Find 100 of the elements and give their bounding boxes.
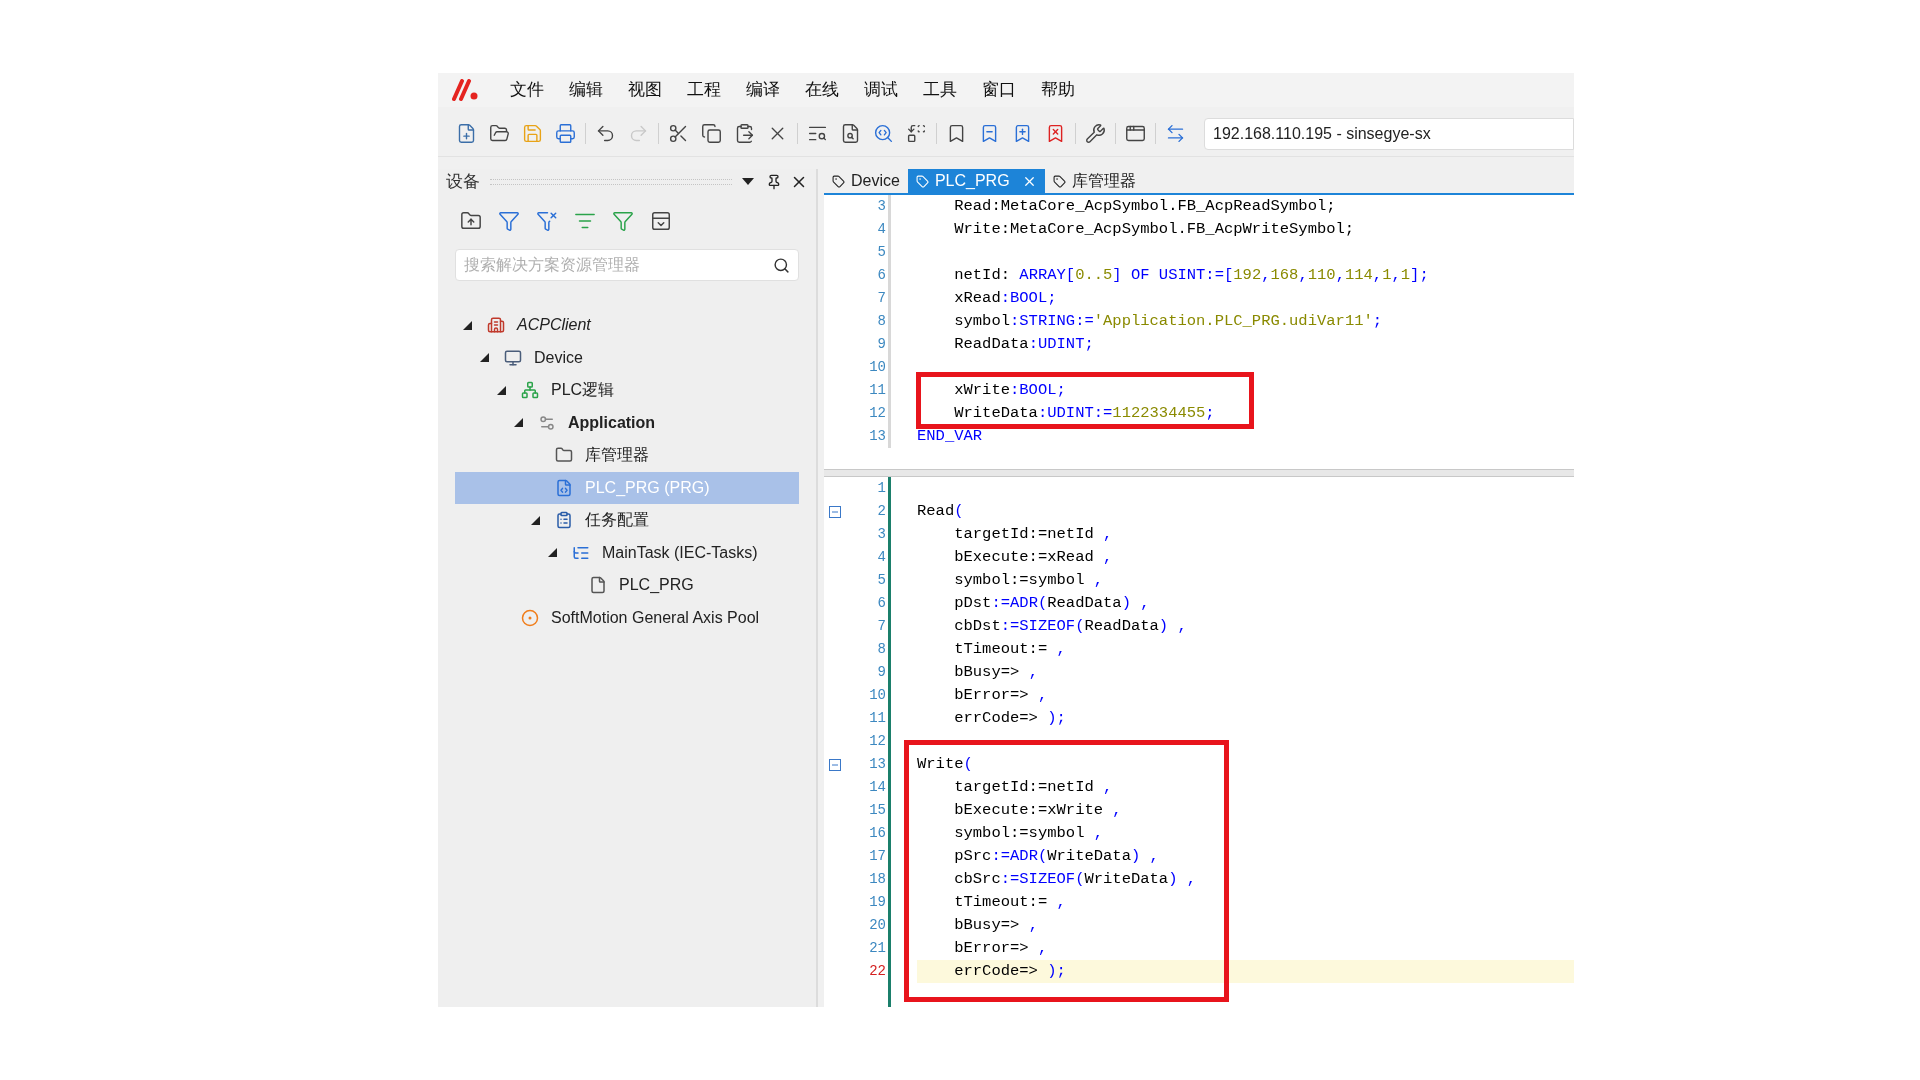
code-line: xWrite:BOOL; [953,379,1066,401]
arrows-icon[interactable] [1165,123,1186,144]
filter-icon[interactable] [612,210,634,232]
tree-item[interactable]: PLC逻辑 [455,374,799,407]
line-number: 4 [876,220,887,239]
replace-icon[interactable] [906,123,927,144]
menu-item[interactable]: 编译 [746,77,780,103]
pin-icon[interactable] [766,174,782,190]
paste-icon[interactable] [734,123,755,144]
window-icon[interactable] [650,210,672,232]
building-icon [487,316,505,335]
code-line: symbol:=symbol , [953,822,1104,844]
line-number: 7 [876,617,887,636]
scissors-icon[interactable] [668,123,689,144]
line-number: 22 [868,962,887,981]
clipboard-icon [555,511,573,530]
line-number: 18 [868,870,887,889]
tree-item[interactable]: PLC_PRG [455,569,799,602]
code-line: cbSrc:=SIZEOF(WriteData) , [953,868,1197,890]
logic-icon [521,381,539,400]
tree-label: 库管理器 [585,445,649,466]
code-line: tTimeout:= , [953,638,1066,660]
code-line: bBusy=> , [953,661,1038,683]
line-number: 10 [868,358,887,377]
code-line: bError=> , [953,937,1048,959]
editor-tab[interactable]: Device [824,169,908,193]
code-line: bBusy=> , [953,914,1038,936]
code-line: bError=> , [953,684,1048,706]
tree-label: ACPClient [517,315,591,336]
tree-label: 任务配置 [585,510,649,531]
search-icon[interactable] [773,257,790,274]
tree-label: SoftMotion General Axis Pool [551,607,760,628]
code-line: Write( [917,753,973,775]
editor-tab[interactable]: 库管理器 [1044,169,1144,193]
code-line: xRead:BOOL; [953,287,1057,309]
device-icon [504,348,522,367]
expanded-arrow-icon[interactable] [514,418,523,428]
menu-item[interactable]: 编辑 [569,77,603,103]
line-number: 10 [868,686,887,705]
code-line: Write:MetaCore_AcpSymbol.FB_AcpWriteSymbol; [953,218,1355,240]
file-search-icon[interactable] [840,123,861,144]
filter-icon[interactable] [498,210,520,232]
tree-item[interactable]: SoftMotion General Axis Pool [455,601,799,634]
tree-label: PLC_PRG [619,575,694,596]
search-field[interactable]: 搜索解决方案资源管理器 [455,249,799,281]
tree-item[interactable]: MainTask (IEC-Tasks) [455,536,799,569]
wrench-icon[interactable] [1085,123,1106,144]
folder-icon[interactable] [489,123,510,144]
panel-title: 设备 [446,171,480,194]
line-number: 5 [876,571,887,590]
editor-tab[interactable]: PLC_PRG [907,169,1045,193]
tree-item[interactable]: Device [455,341,799,374]
expanded-arrow-icon[interactable] [497,385,506,395]
code-line: pDst:=ADR(ReadData) , [953,592,1150,614]
tag-icon [915,174,929,188]
expanded-arrow-icon[interactable] [480,353,489,363]
tree-item[interactable]: 任务配置 [455,504,799,537]
tree-item[interactable]: 库管理器 [455,439,799,472]
window-icon[interactable] [1125,123,1146,144]
menu-item[interactable]: 窗口 [982,77,1016,103]
code-line: ReadData:UDINT; [953,333,1094,355]
dropdown-icon[interactable] [742,178,754,186]
code-line: Read( [917,500,964,522]
line-number: 4 [876,548,887,567]
fold-icon[interactable] [829,758,841,771]
menu-item[interactable]: 在线 [805,77,839,103]
menu-item[interactable]: 工程 [687,77,721,103]
menu-item[interactable]: 文件 [510,77,544,103]
undo-icon[interactable] [595,123,616,144]
print-icon[interactable] [555,123,576,144]
tree-item[interactable]: ACPClient [455,309,799,342]
line-number: 7 [876,289,887,308]
line-number: 3 [876,525,887,544]
menu-item[interactable]: 工具 [923,77,957,103]
file-icon [589,576,607,595]
code-line: bExecute:=xWrite , [953,799,1122,821]
code-line: bExecute:=xRead , [953,546,1113,568]
fold-icon[interactable] [829,505,841,518]
search-document-icon[interactable] [873,123,894,144]
filter-icon[interactable] [536,210,558,232]
menu-item[interactable]: 帮助 [1041,77,1075,103]
expanded-arrow-icon[interactable] [548,548,557,558]
tree-item[interactable]: Application [455,406,799,439]
expanded-arrow-icon[interactable] [531,515,540,525]
code-line: END_VAR [917,425,983,447]
line-number: 17 [868,847,887,866]
menu-item[interactable]: 视图 [628,77,662,103]
line-number: 13 [868,427,887,446]
file-plus-icon[interactable] [456,123,477,144]
folder-icon [555,446,573,465]
connection-field[interactable]: 192.168.110.195 - sinsegye-sx [1204,117,1574,150]
tree-label: Device [534,347,583,368]
expanded-arrow-icon[interactable] [463,320,472,330]
tree-label: PLC逻辑 [551,380,615,401]
logo-icon [452,79,480,101]
line-number: 9 [876,335,887,354]
copy-icon[interactable] [701,123,722,144]
menu-item[interactable]: 调试 [864,77,898,103]
code-line: targetId:=netId , [953,776,1113,798]
export-icon[interactable] [460,210,482,232]
